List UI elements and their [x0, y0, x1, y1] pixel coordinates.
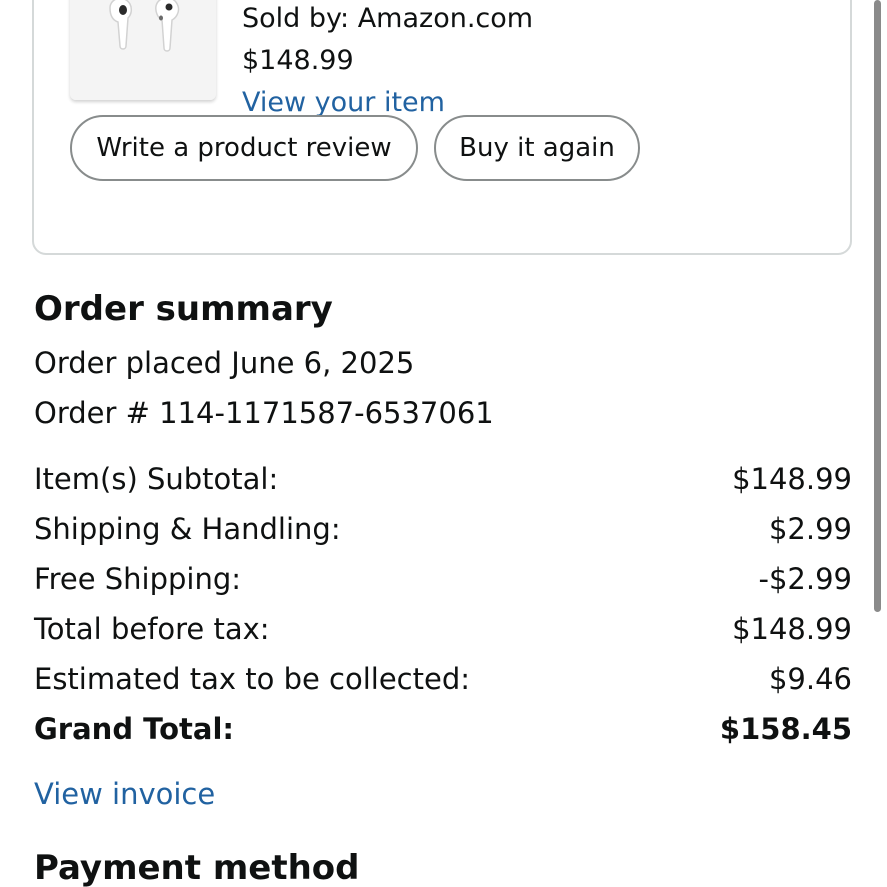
estimated-tax-row: Estimated tax to be collected: $9.46 [34, 654, 852, 704]
total-before-tax-row: Total before tax: $148.99 [34, 604, 852, 654]
row-amount: -$2.99 [758, 562, 853, 596]
order-number: Order # 114-1171587-6537061 [34, 396, 494, 430]
payment-method-heading: Payment method [34, 848, 360, 887]
row-amount: $2.99 [768, 512, 852, 546]
sold-by-text: Sold by: Amazon.com [242, 3, 534, 34]
product-thumbnail[interactable] [70, 0, 216, 100]
scrollbar[interactable] [874, 0, 881, 612]
row-label: Shipping & Handling: [34, 512, 341, 546]
grand-total-amount: $158.45 [719, 712, 852, 746]
subtotal-row: Item(s) Subtotal: $148.99 [34, 454, 852, 504]
row-amount: $9.46 [768, 662, 852, 696]
row-amount: $148.99 [732, 462, 852, 496]
free-shipping-row: Free Shipping: -$2.99 [34, 554, 852, 604]
buy-again-button[interactable]: Buy it again [434, 115, 640, 181]
row-label: Free Shipping: [34, 562, 242, 596]
grand-total-label: Grand Total: [34, 712, 234, 746]
item-info: Sold by: Amazon.com $148.99 View your it… [242, 0, 533, 124]
item-price: $148.99 [242, 45, 354, 76]
order-details-page: Sold by: Amazon.com $148.99 View your it… [0, 0, 887, 887]
row-label: Item(s) Subtotal: [34, 462, 279, 496]
order-placed-date: Order placed June 6, 2025 [34, 346, 415, 380]
row-label: Estimated tax to be collected: [34, 662, 471, 696]
grand-total-row: Grand Total: $158.45 [34, 704, 852, 754]
write-review-button[interactable]: Write a product review [70, 115, 418, 181]
row-amount: $148.99 [732, 612, 852, 646]
view-invoice-link[interactable]: View invoice [34, 769, 215, 819]
item-card: Sold by: Amazon.com $148.99 View your it… [32, 0, 852, 255]
order-summary-heading: Order summary [34, 289, 333, 329]
airpods-image-icon [70, 0, 216, 100]
order-totals: Item(s) Subtotal: $148.99 Shipping & Han… [34, 454, 852, 754]
row-label: Total before tax: [34, 612, 270, 646]
shipping-row: Shipping & Handling: $2.99 [34, 504, 852, 554]
